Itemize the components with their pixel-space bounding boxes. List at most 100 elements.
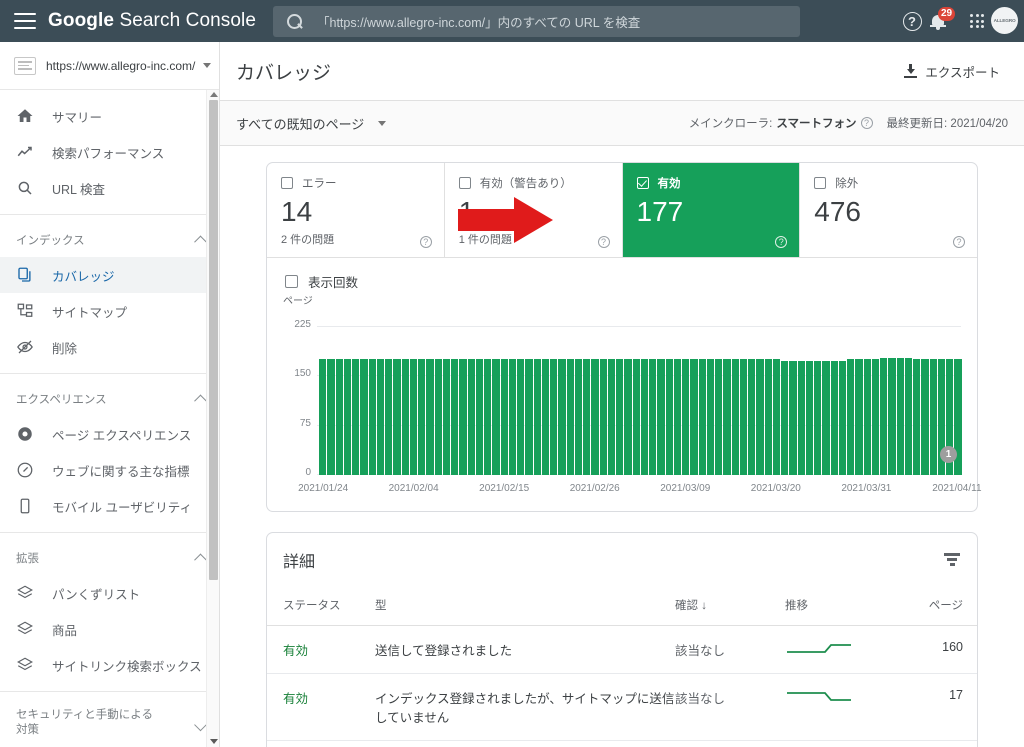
- chart-bar[interactable]: [772, 358, 780, 475]
- table-row[interactable]: 有効 インデックス登録されましたが、サイトマップに送信していません 該当なし 1…: [267, 673, 977, 741]
- chart-bar[interactable]: [632, 358, 640, 475]
- sidebar-item-coverage[interactable]: カバレッジ: [0, 257, 219, 293]
- chart-bar[interactable]: [599, 358, 607, 475]
- impressions-checkbox[interactable]: [285, 275, 298, 288]
- chart-bar[interactable]: [401, 358, 409, 475]
- column-header-validation[interactable]: 確認 ↓: [675, 587, 785, 626]
- chart-bar[interactable]: [673, 358, 681, 475]
- chart-bar[interactable]: [409, 358, 417, 475]
- chart-bar[interactable]: [517, 358, 525, 475]
- sidebar-item-sitemaps[interactable]: サイトマップ: [0, 293, 219, 329]
- chart-bar[interactable]: [929, 358, 937, 475]
- chart-bar[interactable]: [913, 358, 921, 475]
- chart-bar[interactable]: [830, 361, 838, 475]
- sidebar-scrollbar[interactable]: [206, 90, 219, 747]
- chart-bar[interactable]: [426, 359, 434, 475]
- chart-bar[interactable]: [583, 358, 591, 475]
- avatar[interactable]: ALLEGRO: [991, 7, 1018, 34]
- chart-bar[interactable]: [756, 358, 764, 475]
- chart-bar[interactable]: [508, 358, 516, 475]
- sidebar-group-experience[interactable]: エクスペリエンス: [0, 382, 219, 416]
- chart-bar[interactable]: [789, 361, 797, 475]
- chart-bar[interactable]: [739, 358, 747, 475]
- chart-bar[interactable]: [624, 358, 632, 475]
- scrollbar-thumb[interactable]: [209, 100, 218, 580]
- sidebar-group-security[interactable]: セキュリティと手動による 対策: [0, 700, 219, 746]
- chart-bar[interactable]: [904, 357, 912, 475]
- chart-bar[interactable]: [385, 358, 393, 475]
- chart-bar[interactable]: [550, 358, 558, 475]
- chart-bar[interactable]: [533, 358, 541, 475]
- apps-grid-icon[interactable]: [962, 0, 992, 42]
- status-card-valid-with-warnings[interactable]: 有効（警告あり） 1 1 件の問題 ?: [445, 163, 623, 257]
- chart-bar[interactable]: [698, 358, 706, 475]
- sidebar-item-page-experience[interactable]: ページ エクスペリエンス: [0, 416, 219, 452]
- status-checkbox[interactable]: [458, 177, 471, 189]
- chart-bar[interactable]: [558, 358, 566, 475]
- chart-bar[interactable]: [566, 358, 574, 475]
- scroll-up-arrow-icon[interactable]: [209, 92, 218, 97]
- chart-bar[interactable]: [880, 357, 888, 475]
- chart-bar[interactable]: [764, 358, 772, 475]
- chart-bar[interactable]: [649, 359, 657, 475]
- chart-bar[interactable]: [335, 358, 343, 475]
- chart-bar[interactable]: [665, 358, 673, 475]
- status-checkbox[interactable]: [281, 177, 293, 189]
- column-header-pages[interactable]: ページ: [895, 587, 977, 626]
- help-icon[interactable]: ?: [597, 236, 610, 248]
- status-card-excluded[interactable]: 除外 476 ?: [800, 163, 977, 257]
- chart-bar[interactable]: [500, 359, 508, 475]
- sidebar-item-summary[interactable]: サマリー: [0, 98, 219, 134]
- sidebar-item-removals[interactable]: 削除: [0, 329, 219, 365]
- chart-bar[interactable]: [682, 358, 690, 475]
- sidebar-group-enhancements[interactable]: 拡張: [0, 541, 219, 575]
- chart-bar[interactable]: [921, 358, 929, 475]
- chart-bar[interactable]: [715, 358, 723, 475]
- sidebar-item-sitelinks-searchbox[interactable]: サイトリンク検索ボックス: [0, 647, 219, 683]
- help-icon[interactable]: ?: [419, 236, 432, 248]
- sidebar-item-search-performance[interactable]: 検索パフォーマンス: [0, 134, 219, 170]
- status-checkbox[interactable]: [636, 177, 649, 189]
- page-filter-dropdown[interactable]: すべての既知のページ: [236, 114, 387, 133]
- chart-bar[interactable]: [781, 360, 789, 475]
- chart-bar[interactable]: [814, 361, 822, 475]
- column-header-type[interactable]: 型: [375, 587, 675, 626]
- chart-bar[interactable]: [855, 358, 863, 475]
- chart-bar[interactable]: [706, 358, 714, 475]
- sidebar-group-index[interactable]: インデックス: [0, 223, 219, 257]
- sidebar-item-core-web-vitals[interactable]: ウェブに関する主な指標: [0, 452, 219, 488]
- chart-bar[interactable]: [748, 358, 756, 475]
- chart-bar[interactable]: [657, 358, 665, 475]
- sidebar-item-breadcrumbs[interactable]: パンくずリスト: [0, 575, 219, 611]
- chart-bar[interactable]: [451, 358, 459, 475]
- chart-bar[interactable]: [797, 361, 805, 475]
- chart-bar[interactable]: [376, 358, 384, 475]
- chart-bar[interactable]: [525, 358, 533, 475]
- chart-bar[interactable]: [475, 358, 483, 475]
- chart-bar[interactable]: [607, 358, 615, 475]
- notifications-button[interactable]: 29: [925, 0, 956, 42]
- chart-bar[interactable]: [541, 358, 549, 475]
- chart-annotation-badge[interactable]: 1: [940, 446, 957, 463]
- chart-bar[interactable]: [319, 359, 327, 475]
- sidebar-item-products[interactable]: 商品: [0, 611, 219, 647]
- sidebar-item-mobile-usability[interactable]: モバイル ユーザビリティ: [0, 488, 219, 524]
- search-input[interactable]: 「https://www.allegro-inc.com/」内のすべての URL…: [273, 6, 800, 37]
- property-selector[interactable]: https://www.allegro-inc.com/: [0, 42, 219, 90]
- impressions-toggle[interactable]: 表示回数: [267, 272, 977, 291]
- chart-bar[interactable]: [822, 360, 830, 475]
- help-icon[interactable]: ?: [898, 0, 926, 42]
- export-button[interactable]: エクスポート: [894, 56, 1010, 87]
- chart-bar[interactable]: [442, 358, 450, 475]
- chart-bar[interactable]: [731, 358, 739, 475]
- status-card-valid[interactable]: 有効 177 ?: [622, 163, 801, 257]
- chart-bar[interactable]: [838, 360, 846, 475]
- chart-bar[interactable]: [690, 358, 698, 475]
- sidebar-item-url-inspection[interactable]: URL 検査: [0, 170, 219, 206]
- table-row[interactable]: 有効 送信して登録されました 該当なし 160: [267, 625, 977, 674]
- help-icon[interactable]: ?: [860, 117, 873, 129]
- column-header-status[interactable]: ステータス: [267, 587, 375, 626]
- chart-bar[interactable]: [888, 357, 896, 475]
- help-icon[interactable]: ?: [775, 236, 788, 248]
- status-card-error[interactable]: エラー 14 2 件の問題 ?: [267, 163, 445, 257]
